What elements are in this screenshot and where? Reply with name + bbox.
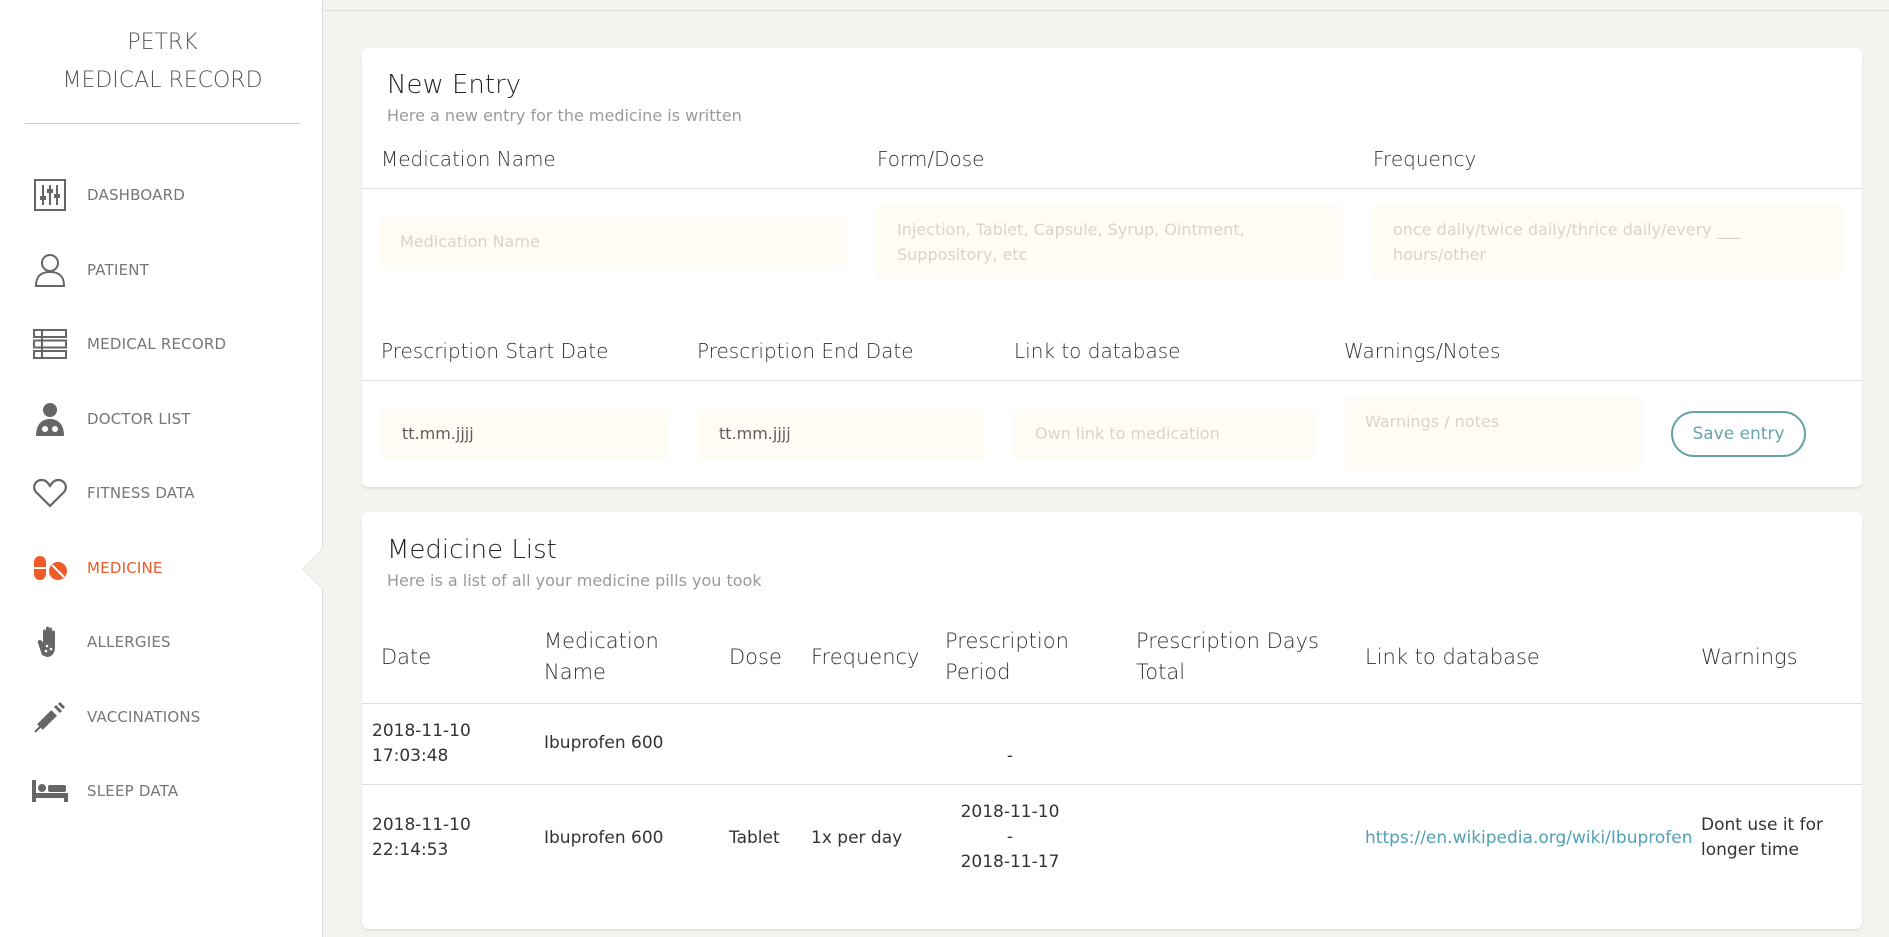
cell-warnings: Dont use it for longer time	[1701, 813, 1823, 863]
cell-frequency: 1x per day	[811, 828, 903, 848]
card-subtitle: Here is a list of all your medicine pill…	[387, 571, 762, 590]
cell-line: 17:03:48	[372, 746, 449, 766]
column-header-prescription-period: Prescription Period	[945, 626, 1069, 688]
divider	[362, 784, 1862, 785]
card-title: Medicine List	[387, 535, 557, 565]
sidebar: PETRK MEDICAL RECORD DASHBOARD PATIENT M…	[0, 0, 323, 937]
sidebar-item-label: MEDICINE	[87, 559, 163, 577]
syringe-icon	[30, 697, 70, 737]
sidebar-item-vaccinations[interactable]: VACCINATIONS	[30, 692, 300, 742]
sidebar-item-dashboard[interactable]: DASHBOARD	[30, 170, 300, 220]
sidebar-item-fitness-data[interactable]: FITNESS DATA	[30, 468, 300, 518]
column-header-line: Prescription	[945, 629, 1069, 653]
sidebar-item-label: VACCINATIONS	[87, 708, 201, 726]
hand-icon	[30, 622, 70, 662]
sidebar-item-label: DOCTOR LIST	[87, 410, 191, 428]
bed-icon	[30, 771, 70, 811]
cell-line: 2018-11-17	[960, 852, 1060, 872]
sidebar-item-label: SLEEP DATA	[87, 782, 179, 800]
cell-dose: Tablet	[729, 828, 780, 848]
column-header-link: Link to database	[1365, 645, 1540, 669]
cell-medication-name: Ibuprofen 600	[544, 828, 664, 848]
active-indicator	[303, 549, 323, 589]
sidebar-item-label: FITNESS DATA	[87, 484, 195, 502]
cell-line: 2018-11-10	[372, 721, 471, 741]
cell-line: 2018-11-10	[960, 802, 1060, 822]
divider	[362, 188, 1862, 189]
save-entry-button[interactable]: Save entry	[1671, 411, 1806, 457]
column-header-line: Period	[945, 660, 1011, 684]
user-icon	[30, 250, 70, 290]
medication-name-input[interactable]: Medication Name	[379, 217, 847, 266]
card-title: New Entry	[387, 70, 522, 100]
cell-date: 2018-11-10 22:14:53	[372, 813, 471, 863]
frequency-input[interactable]: once daily/twice daily/thrice daily/ever…	[1372, 205, 1842, 278]
card-subtitle: Here a new entry for the medicine is wri…	[387, 106, 742, 125]
cell-line: longer time	[1701, 840, 1799, 860]
brand-line-1: PETRK	[127, 30, 198, 55]
sidebar-item-label: ALLERGIES	[87, 633, 171, 651]
sidebar-item-medicine[interactable]: MEDICINE	[30, 543, 300, 593]
column-header-warnings: Warnings	[1701, 645, 1798, 669]
cell-line: 2018-11-10	[372, 815, 471, 835]
start-date-input[interactable]: tt.mm.jjjj	[381, 409, 668, 459]
cell-line: -	[1006, 827, 1014, 847]
sidebar-item-label: DASHBOARD	[87, 186, 185, 204]
column-header-prescription-days: Prescription Days Total	[1136, 626, 1319, 688]
sidebar-item-label: MEDICAL RECORD	[87, 335, 227, 353]
brand-logo[interactable]: PETRK MEDICAL RECORD	[25, 24, 300, 100]
doctor-icon	[30, 399, 70, 439]
header-start-date: Prescription Start Date	[381, 339, 609, 363]
column-header-line: Prescription Days	[1136, 629, 1319, 653]
form-dose-input[interactable]: Injection, Tablet, Capsule, Syrup, Ointm…	[876, 205, 1343, 278]
sidebar-item-doctor-list[interactable]: DOCTOR LIST	[30, 394, 300, 444]
column-header-medication-name: Medication Name	[544, 626, 659, 688]
divider	[362, 703, 1862, 704]
column-header-line: Total	[1136, 660, 1186, 684]
header-warnings: Warnings/Notes	[1344, 339, 1501, 363]
warnings-input[interactable]: Warnings / notes	[1344, 397, 1642, 470]
new-entry-card: New Entry Here a new entry for the medic…	[362, 48, 1862, 487]
header-medication-name: Medication Name	[381, 147, 556, 171]
column-header-frequency: Frequency	[811, 645, 920, 669]
column-header-dose: Dose	[729, 645, 782, 669]
sidebar-item-patient[interactable]: PATIENT	[30, 245, 300, 295]
cell-date: 2018-11-10 17:03:48	[372, 719, 471, 769]
divider	[362, 380, 1862, 381]
column-header-date: Date	[381, 645, 432, 669]
header-form-dose: Form/Dose	[877, 147, 985, 171]
end-date-input[interactable]: tt.mm.jjjj	[698, 409, 985, 459]
column-header-line: Name	[544, 660, 606, 684]
header-link: Link to database	[1014, 339, 1181, 363]
top-navbar	[324, 0, 1889, 11]
heart-icon	[30, 473, 70, 513]
header-frequency: Frequency	[1373, 147, 1477, 171]
cell-line: 22:14:53	[372, 840, 449, 860]
header-end-date: Prescription End Date	[697, 339, 914, 363]
medicine-list-card: Medicine List Here is a list of all your…	[362, 512, 1862, 929]
sidebar-item-allergies[interactable]: ALLERGIES	[30, 617, 300, 667]
sidebar-item-label: PATIENT	[87, 261, 150, 279]
cell-line: Dont use it for	[1701, 815, 1823, 835]
cell-prescription-period: 2018-11-10 - 2018-11-17	[935, 800, 1085, 875]
cell-medication-name: Ibuprofen 600	[544, 733, 664, 753]
sliders-icon	[30, 175, 70, 215]
database-link[interactable]: https://en.wikipedia.org/wiki/Ibuprofen	[1365, 826, 1693, 851]
cell-prescription-period: -	[1006, 746, 1014, 766]
link-input[interactable]: Own link to medication	[1014, 409, 1314, 459]
brand-line-2: MEDICAL RECORD	[62, 68, 263, 93]
column-header-line: Medication	[544, 629, 659, 653]
list-icon	[30, 324, 70, 364]
sidebar-item-sleep-data[interactable]: SLEEP DATA	[30, 766, 300, 816]
sidebar-divider	[25, 123, 300, 124]
pills-icon	[30, 548, 70, 588]
sidebar-item-medical-record[interactable]: MEDICAL RECORD	[30, 319, 300, 369]
